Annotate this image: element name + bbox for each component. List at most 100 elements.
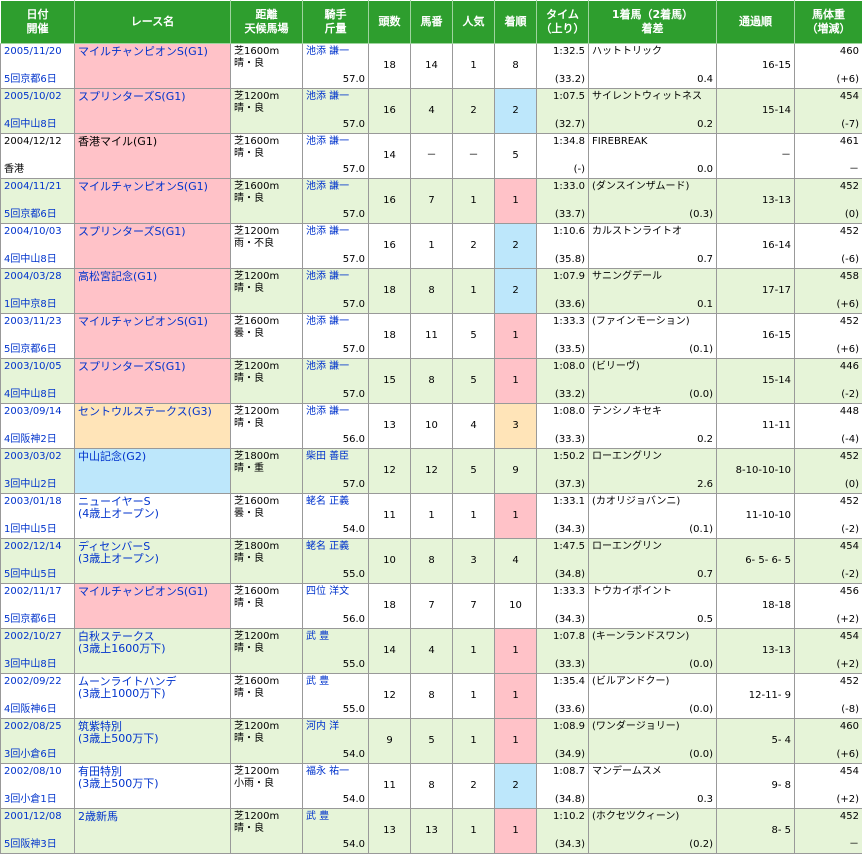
jockey-link[interactable]: 武 豊 [306,811,365,823]
race-meeting[interactable]: 1回中京8日 [4,299,71,311]
jockey-cell[interactable]: 池添 謙一 56.0 [302,403,369,449]
date-cell[interactable]: 2004/11/21 5回京都6日 [0,178,75,224]
race-name-link[interactable]: 高松宮記念(G1) [78,271,227,283]
jockey-cell[interactable]: 池添 謙一 57.0 [302,223,369,269]
race-date[interactable]: 2003/03/02 [4,451,71,463]
header-date[interactable]: 日付 開催 [0,0,75,44]
date-cell[interactable]: 2003/11/23 5回京都6日 [0,313,75,359]
header-runners[interactable]: 頭数 [368,0,411,44]
race-date[interactable]: 2005/11/20 [4,46,71,58]
race-class[interactable]: (3歳上500万下) [78,733,227,745]
race-name-cell[interactable]: 高松宮記念(G1) [74,268,231,314]
jockey-cell[interactable]: 池添 謙一 57.0 [302,178,369,224]
jockey-cell[interactable]: 四位 洋文 56.0 [302,583,369,629]
race-class[interactable]: (3歳上1000万下) [78,688,227,700]
race-name-link[interactable]: マイルチャンピオンS(G1) [78,46,227,58]
race-name-link[interactable]: スプリンターズS(G1) [78,226,227,238]
race-name-link[interactable]: マイルチャンピオンS(G1) [78,586,227,598]
race-date[interactable]: 2004/10/03 [4,226,71,238]
race-name-link[interactable]: スプリンターズS(G1) [78,91,227,103]
race-meeting[interactable]: 3回小倉1日 [4,794,71,806]
jockey-cell[interactable]: 武 豊 54.0 [302,808,369,854]
race-meeting[interactable]: 4回中山8日 [4,119,71,131]
race-class[interactable]: (3歳上500万下) [78,778,227,790]
race-class[interactable]: (4歳上オープン) [78,508,227,520]
race-date[interactable]: 2003/01/18 [4,496,71,508]
race-meeting[interactable]: 1回中山5日 [4,524,71,536]
jockey-link[interactable]: 池添 謙一 [306,46,365,58]
date-cell[interactable]: 2003/03/02 3回中山2日 [0,448,75,494]
header-race[interactable]: レース名 [74,0,231,44]
race-date[interactable]: 2004/11/21 [4,181,71,193]
race-meeting[interactable]: 5回阪神3日 [4,839,71,851]
date-cell[interactable]: 2002/10/27 3回中山8日 [0,628,75,674]
race-meeting[interactable]: 3回中山8日 [4,659,71,671]
jockey-link[interactable]: 池添 謙一 [306,91,365,103]
date-cell[interactable]: 2001/12/08 5回阪神3日 [0,808,75,854]
race-date[interactable]: 2001/12/08 [4,811,71,823]
jockey-cell[interactable]: 蛯名 正義 55.0 [302,538,369,584]
jockey-link[interactable]: 蛯名 正義 [306,496,365,508]
race-name-cell[interactable]: 中山記念(G2) [74,448,231,494]
jockey-link[interactable]: 池添 謙一 [306,406,365,418]
header-passing[interactable]: 通過順 [716,0,795,44]
jockey-cell[interactable]: 蛯名 正義 54.0 [302,493,369,539]
jockey-link[interactable]: 武 豊 [306,676,365,688]
jockey-link[interactable]: 池添 謙一 [306,226,365,238]
header-distance[interactable]: 距離 天候馬場 [230,0,303,44]
race-name-cell[interactable]: マイルチャンピオンS(G1) [74,178,231,224]
race-name-cell[interactable]: スプリンターズS(G1) [74,88,231,134]
race-name-link[interactable]: マイルチャンピオンS(G1) [78,316,227,328]
jockey-link[interactable]: 福永 祐一 [306,766,365,778]
race-name-link[interactable]: マイルチャンピオンS(G1) [78,181,227,193]
race-date[interactable]: 2003/11/23 [4,316,71,328]
race-name-cell[interactable]: マイルチャンピオンS(G1) [74,313,231,359]
race-name-link[interactable]: 2歳新馬 [78,811,227,823]
race-meeting[interactable]: 5回京都6日 [4,614,71,626]
race-name-cell[interactable]: スプリンターズS(G1) [74,358,231,404]
jockey-link[interactable]: 池添 謙一 [306,271,365,283]
jockey-cell[interactable]: 池添 謙一 57.0 [302,88,369,134]
race-name-cell[interactable]: ムーンライトハンデ (3歳上1000万下) [74,673,231,719]
race-name-link[interactable]: スプリンターズS(G1) [78,361,227,373]
date-cell[interactable]: 2003/10/05 4回中山8日 [0,358,75,404]
race-meeting[interactable]: 4回阪神6日 [4,704,71,716]
jockey-cell[interactable]: 河内 洋 54.0 [302,718,369,764]
race-date[interactable]: 2002/10/27 [4,631,71,643]
jockey-cell[interactable]: 池添 謙一 57.0 [302,358,369,404]
race-meeting[interactable]: 5回中山5日 [4,569,71,581]
race-name-cell[interactable]: セントウルステークス(G3) [74,403,231,449]
race-date[interactable]: 2002/11/17 [4,586,71,598]
race-name-cell[interactable]: マイルチャンピオンS(G1) [74,583,231,629]
race-meeting[interactable]: 4回中山8日 [4,389,71,401]
jockey-link[interactable]: 池添 謙一 [306,136,365,148]
date-cell[interactable]: 2004/10/03 4回中山8日 [0,223,75,269]
date-cell[interactable]: 2002/09/22 4回阪神6日 [0,673,75,719]
date-cell[interactable]: 2003/01/18 1回中山5日 [0,493,75,539]
header-finish[interactable]: 着順 [494,0,537,44]
header-number[interactable]: 馬番 [410,0,453,44]
race-date[interactable]: 2002/08/10 [4,766,71,778]
race-name-cell[interactable]: スプリンターズS(G1) [74,223,231,269]
date-cell[interactable]: 2002/11/17 5回京都6日 [0,583,75,629]
date-cell[interactable]: 2005/11/20 5回京都6日 [0,43,75,89]
date-cell[interactable]: 2004/03/28 1回中京8日 [0,268,75,314]
race-date[interactable]: 2002/08/25 [4,721,71,733]
jockey-cell[interactable]: 福永 祐一 54.0 [302,763,369,809]
jockey-cell[interactable]: 武 豊 55.0 [302,673,369,719]
race-date[interactable]: 2005/10/02 [4,91,71,103]
race-date[interactable]: 2002/09/22 [4,676,71,688]
jockey-cell[interactable]: 池添 謙一 57.0 [302,43,369,89]
jockey-link[interactable]: 池添 謙一 [306,181,365,193]
race-name-cell[interactable]: 白秋ステークス (3歳上1600万下) [74,628,231,674]
race-meeting[interactable]: 5回京都6日 [4,344,71,356]
race-name-link[interactable]: セントウルステークス(G3) [78,406,227,418]
date-cell[interactable]: 2002/08/25 3回小倉6日 [0,718,75,764]
race-meeting[interactable]: 香港 [4,164,71,176]
race-date[interactable]: 2002/12/14 [4,541,71,553]
race-meeting[interactable]: 3回小倉6日 [4,749,71,761]
race-name-link[interactable]: 香港マイル(G1) [78,136,227,148]
header-winner[interactable]: 1着馬（2着馬） 着差 [588,0,717,44]
race-meeting[interactable]: 4回中山8日 [4,254,71,266]
date-cell[interactable]: 2004/12/12 香港 [0,133,75,179]
